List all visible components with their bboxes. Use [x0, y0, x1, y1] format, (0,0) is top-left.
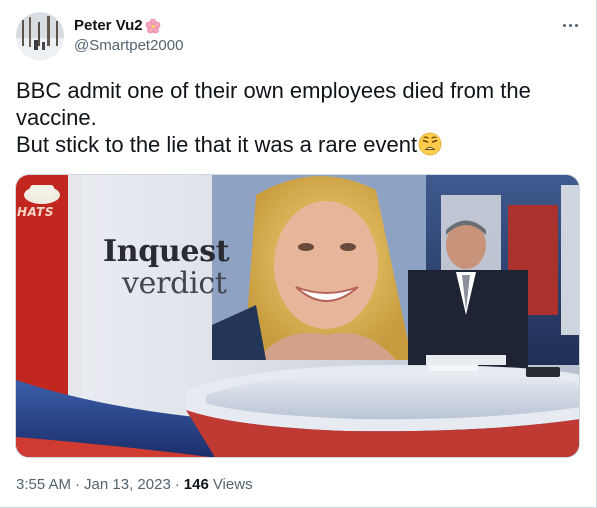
tweet-text-line: vaccine. — [16, 105, 97, 130]
tweet-card: Peter Vu2 @Smartpet2000 BBC admit one of… — [0, 0, 597, 508]
more-dot-icon — [562, 23, 566, 27]
author-handle[interactable]: @Smartpet2000 — [74, 37, 183, 54]
media-overlay-title: Inquest — [103, 234, 230, 269]
tweet-text-line-last: But stick to the lie that it was a rare … — [16, 131, 581, 158]
tweet-meta: 3:55 AM · Jan 13, 2023 · 146 Views — [16, 476, 253, 493]
channel-logo: HATS — [17, 205, 55, 219]
tweet-time[interactable]: 3:55 AM — [16, 476, 71, 493]
author-display-name[interactable]: Peter Vu2 — [74, 17, 143, 34]
tweet-text-line: BBC admit one of their own employees die… — [16, 78, 531, 103]
media-overlay-subtitle: verdict — [122, 266, 227, 301]
meta-separator: · — [174, 476, 180, 493]
tweet-media-video[interactable]: HATS Inquest verdict — [15, 174, 580, 458]
cherry-blossom-icon — [145, 18, 161, 34]
tweet-date[interactable]: Jan 13, 2023 — [84, 476, 171, 493]
views-label: Views — [212, 476, 253, 493]
tweet-text-line-content: But stick to the lie that it was a rare … — [16, 132, 418, 157]
more-options-button[interactable] — [556, 14, 584, 36]
avatar[interactable] — [16, 12, 64, 60]
views-count: 146 — [183, 476, 209, 493]
more-dot-icon — [568, 23, 572, 27]
author-name-row[interactable]: Peter Vu2 — [74, 16, 161, 35]
meta-separator: · — [75, 476, 81, 493]
weary-face-icon — [418, 132, 442, 156]
tweet-text: BBC admit one of their own employees die… — [16, 77, 581, 158]
more-dot-icon — [574, 23, 578, 27]
